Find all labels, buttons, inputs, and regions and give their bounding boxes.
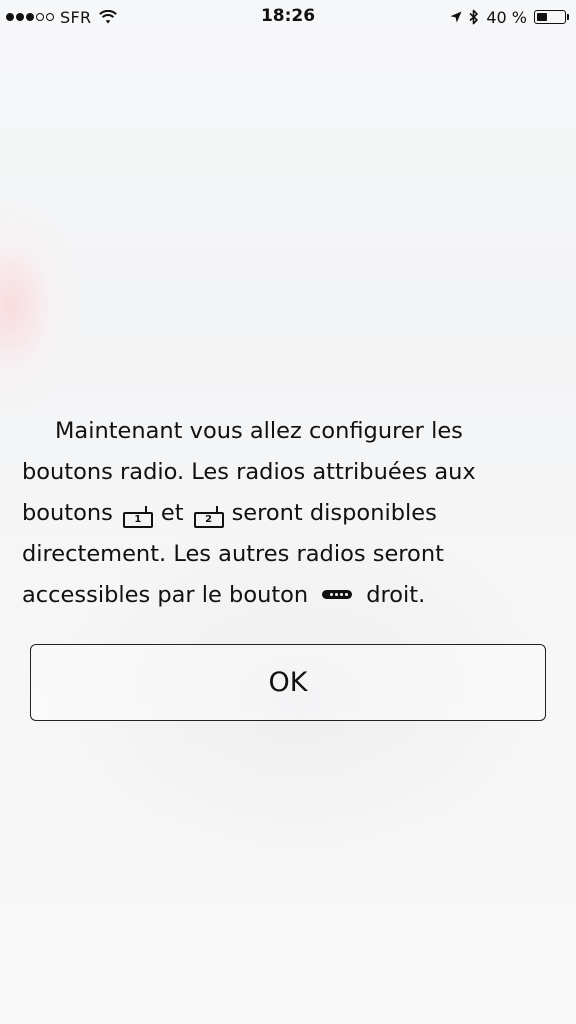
message-line: boutons 1 et 2 seront disponibles <box>22 493 552 534</box>
menu-button-icon <box>322 590 353 599</box>
message-line: accessibles par le bouton droit. <box>22 575 552 616</box>
radio-button-number: 1 <box>134 514 142 525</box>
battery-percentage: 40 % <box>486 7 527 27</box>
battery-level-fill <box>537 13 547 21</box>
message-text: droit. <box>366 582 426 608</box>
location-arrow-icon <box>450 11 462 23</box>
message-text: boutons <box>22 500 113 526</box>
battery-cap <box>567 14 569 20</box>
ok-button[interactable]: OK <box>30 644 546 721</box>
message-text: seront disponibles <box>231 500 437 526</box>
antenna <box>215 506 218 513</box>
message-line: directement. Les autres radios seront <box>22 541 444 567</box>
message-text: accessibles par le bouton <box>22 582 309 608</box>
radio-button-2-icon: 2 <box>193 506 224 528</box>
status-bar: SFR 18:26 40 % <box>0 0 576 34</box>
message-line: Maintenant vous allez configurer les <box>55 418 463 444</box>
radio-button-number: 2 <box>205 514 213 525</box>
bluetooth-icon <box>469 9 479 25</box>
instruction-message: Maintenant vous allez configurer les bou… <box>22 411 552 616</box>
battery-icon <box>534 10 569 24</box>
message-line: boutons radio. Les radios attribuées aux <box>22 459 476 485</box>
antenna <box>144 506 147 513</box>
ok-button-label: OK <box>268 667 308 698</box>
message-text: et <box>160 500 184 526</box>
radio-button-1-icon: 1 <box>122 506 153 528</box>
menu-dots <box>330 593 349 596</box>
status-bar-right: 40 % <box>450 7 569 27</box>
